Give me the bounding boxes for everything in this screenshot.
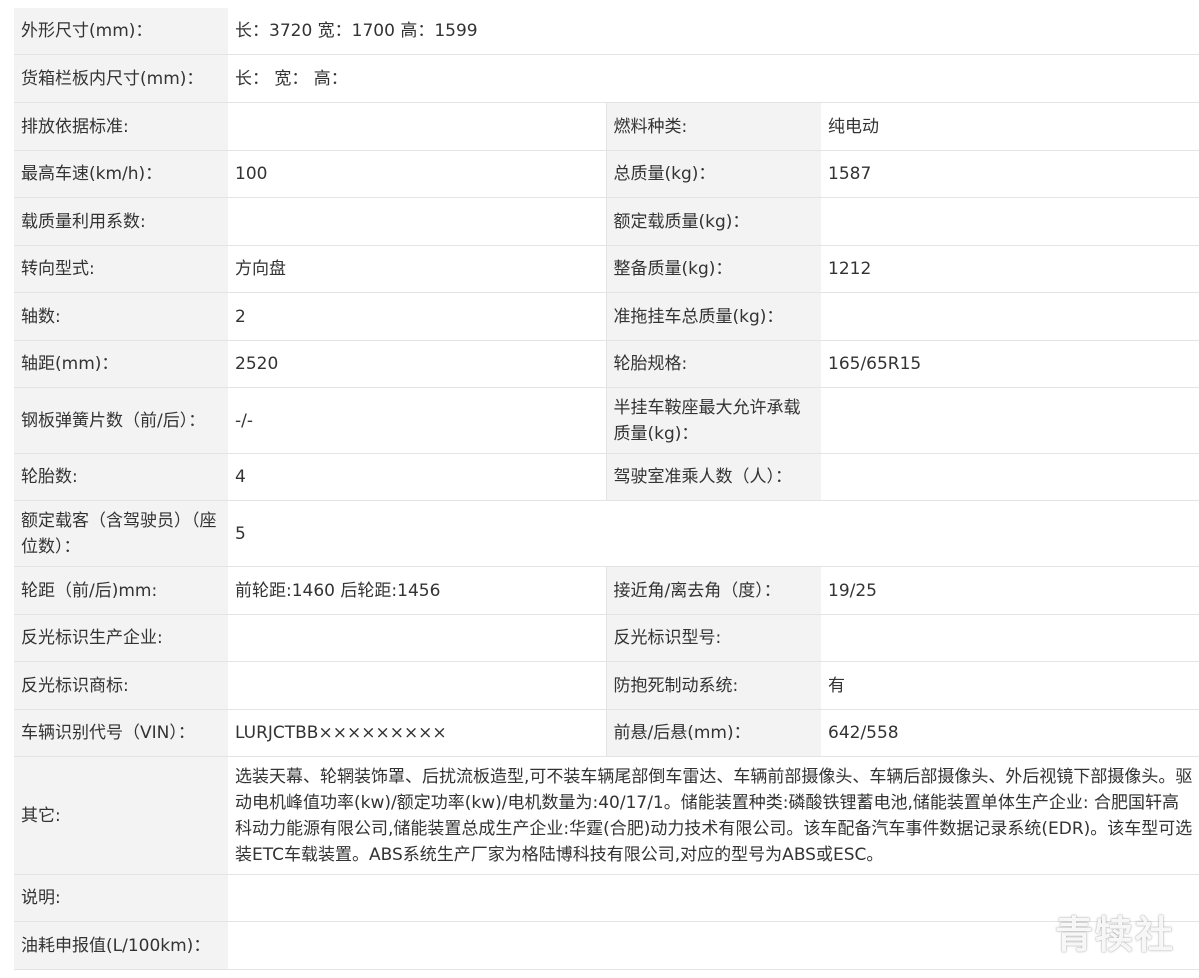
trailer-mass-value — [821, 292, 1199, 341]
reflector-brand-label: 反光标识商标: — [14, 661, 228, 710]
table-row-reflmaker: 反光标识生产企业: 反光标识型号: — [14, 614, 1199, 662]
table-row-reflbrand: 反光标识商标: 防抱死制动系统: 有 — [14, 661, 1199, 710]
axles-label: 轴数: — [14, 292, 228, 341]
fuel-consumption-label: 油耗申报值(L/100km)： — [14, 921, 228, 970]
table-row-vin: 车辆识别代号（VIN）： LURJCTBB××××××××× 前悬/后悬(mm)… — [14, 709, 1199, 757]
reflector-model-label: 反光标识型号: — [605, 614, 821, 662]
tire-spec-label: 轮胎规格: — [605, 340, 821, 388]
table-row-seats: 额定载客（含驾驶员）（座位数）： 5 — [14, 500, 1199, 567]
vin-value: LURJCTBB××××××××× — [228, 709, 606, 757]
reflector-brand-value — [228, 661, 606, 710]
table-row-cargo: 货箱栏板内尺寸(mm)： 长： 宽： 高： — [14, 54, 1199, 103]
steering-label: 转向型式: — [14, 245, 228, 293]
table-row-wheelbase: 轴距(mm)： 2520 轮胎规格: 165/65R15 — [14, 340, 1199, 388]
emission-label: 排放依据标准: — [14, 102, 228, 151]
table-row-emission: 排放依据标准: 燃料种类: 纯电动 — [14, 102, 1199, 151]
table-row-note: 说明: — [14, 874, 1199, 922]
abs-value: 有 — [821, 661, 1199, 710]
table-row-speed: 最高车速(km/h)： 100 总质量(kg)： 1587 — [14, 150, 1199, 198]
table-row-fuel: 油耗申报值(L/100km)： — [14, 921, 1199, 970]
dims-label: 外形尺寸(mm)： — [14, 8, 228, 55]
table-row-axles: 轴数: 2 准拖挂车总质量(kg)： — [14, 292, 1199, 341]
steering-value: 方向盘 — [228, 245, 606, 293]
emission-value — [228, 102, 606, 151]
curb-mass-value: 1212 — [821, 245, 1199, 293]
reflector-model-value — [821, 614, 1199, 662]
vin-label: 车辆识别代号（VIN）： — [14, 709, 228, 757]
cargo-label: 货箱栏板内尺寸(mm)： — [14, 54, 228, 103]
dims-value: 长：3720 宽：1700 高：1599 — [228, 8, 1199, 55]
springs-label: 钢板弹簧片数（前/后）： — [14, 387, 228, 454]
reflector-maker-value — [228, 614, 606, 662]
angle-label: 接近角/离去角（度）： — [605, 566, 821, 615]
seats-value: 5 — [228, 500, 1199, 567]
tires-value: 4 — [228, 453, 606, 501]
fuel-type-label: 燃料种类: — [605, 102, 821, 151]
total-mass-label: 总质量(kg)： — [605, 150, 821, 198]
speed-value: 100 — [228, 150, 606, 198]
table-row-track: 轮距（前/后)mm: 前轮距:1460 后轮距:1456 接近角/离去角（度）：… — [14, 566, 1199, 615]
springs-value: -/- — [228, 387, 606, 454]
total-mass-value: 1587 — [821, 150, 1199, 198]
angle-value: 19/25 — [821, 566, 1199, 615]
other-value: 选装天幕、轮辋装饰罩、后扰流板造型,可不装车辆尾部倒车雷达、车辆前部摄像头、车辆… — [228, 756, 1199, 875]
wheelbase-value: 2520 — [228, 340, 606, 388]
vehicle-spec-table: 外形尺寸(mm)： 长：3720 宽：1700 高：1599 货箱栏板内尺寸(m… — [14, 8, 1199, 970]
cab-capacity-value — [821, 453, 1199, 501]
fuel-consumption-value — [228, 921, 1199, 970]
track-value: 前轮距:1460 后轮距:1456 — [228, 566, 606, 615]
other-label: 其它: — [14, 756, 228, 875]
reflector-maker-label: 反光标识生产企业: — [14, 614, 228, 662]
table-row-loadfactor: 载质量利用系数: 额定载质量(kg)： — [14, 197, 1199, 246]
cab-capacity-label: 驾驶室准乘人数（人）： — [605, 453, 821, 501]
curb-mass-label: 整备质量(kg)： — [605, 245, 821, 293]
table-row-other: 其它: 选装天幕、轮辋装饰罩、后扰流板造型,可不装车辆尾部倒车雷达、车辆前部摄像… — [14, 756, 1199, 875]
overhang-label: 前悬/后悬(mm)： — [605, 709, 821, 757]
saddle-load-value — [821, 387, 1199, 454]
loadfactor-value — [228, 197, 606, 246]
seats-label: 额定载客（含驾驶员）（座位数）： — [14, 500, 228, 567]
cargo-value: 长： 宽： 高： — [228, 54, 1199, 103]
rated-load-label: 额定载质量(kg)： — [605, 197, 821, 246]
axles-value: 2 — [228, 292, 606, 341]
loadfactor-label: 载质量利用系数: — [14, 197, 228, 246]
saddle-load-label: 半挂车鞍座最大允许承载质量(kg)： — [605, 387, 821, 454]
fuel-type-value: 纯电动 — [821, 102, 1199, 151]
table-row-dims: 外形尺寸(mm)： 长：3720 宽：1700 高：1599 — [14, 8, 1199, 55]
note-value — [228, 874, 1199, 922]
table-row-steering: 转向型式: 方向盘 整备质量(kg)： 1212 — [14, 245, 1199, 293]
tire-spec-value: 165/65R15 — [821, 340, 1199, 388]
wheelbase-label: 轴距(mm)： — [14, 340, 228, 388]
rated-load-value — [821, 197, 1199, 246]
table-row-tires: 轮胎数: 4 驾驶室准乘人数（人）： — [14, 453, 1199, 501]
overhang-value: 642/558 — [821, 709, 1199, 757]
table-row-springs: 钢板弹簧片数（前/后）： -/- 半挂车鞍座最大允许承载质量(kg)： — [14, 387, 1199, 454]
track-label: 轮距（前/后)mm: — [14, 566, 228, 615]
trailer-mass-label: 准拖挂车总质量(kg)： — [605, 292, 821, 341]
abs-label: 防抱死制动系统: — [605, 661, 821, 710]
watermark-logo: 青犊社 — [1054, 912, 1175, 957]
note-label: 说明: — [14, 874, 228, 922]
tires-label: 轮胎数: — [14, 453, 228, 501]
speed-label: 最高车速(km/h)： — [14, 150, 228, 198]
